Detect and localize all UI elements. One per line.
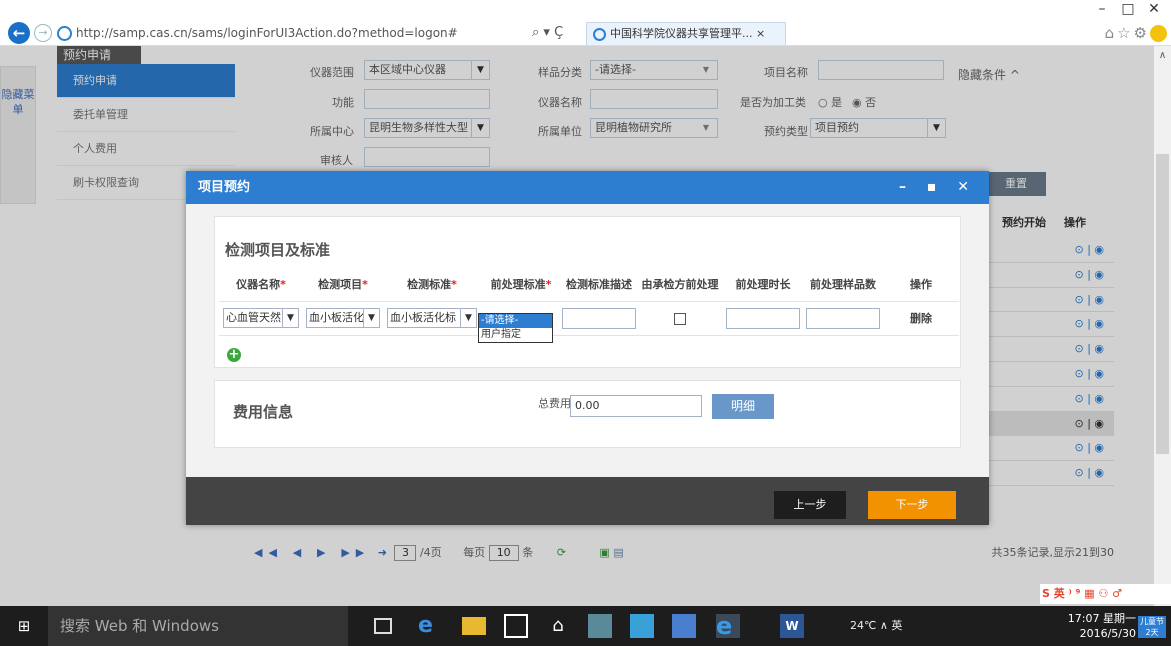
- table-header-row: 仪器名称* 检测项目* 检测标准* 前处理标准* 检测标准描述 由承检方前处理 …: [219, 267, 959, 302]
- total-fee-input[interactable]: 0.00: [570, 395, 702, 417]
- clock-date: 2016/5/30: [1079, 627, 1136, 640]
- section-title-test-items: 检测项目及标准: [225, 241, 331, 259]
- page-scrollbar[interactable]: ∧: [1154, 46, 1171, 606]
- col-pretreat-header: 前处理标准*: [481, 267, 561, 302]
- test-items-panel: 检测项目及标准 仪器名称* 检测项目* 检测标准* 前处理标准* 检测标准描述 …: [214, 216, 961, 368]
- store-icon[interactable]: [504, 614, 528, 638]
- ie-tab-icon: [593, 27, 606, 41]
- app-icon-7[interactable]: [672, 614, 696, 638]
- pretreat-standard-dropdown[interactable]: -请选择- 用户指定: [478, 313, 553, 343]
- url-text[interactable]: http://samp.cas.cn/sams/loginForUI3Actio…: [76, 26, 458, 40]
- total-fee-label: 总费用: [538, 397, 571, 410]
- instrument-select[interactable]: 心血管天然 ▼: [223, 308, 299, 328]
- clock-time: 17:07 星期一: [1067, 612, 1136, 625]
- dropdown-option[interactable]: -请选择-: [479, 314, 552, 328]
- add-row-icon[interactable]: +: [227, 348, 241, 362]
- taskbar: ⊞ 搜索 Web 和 Windows e ⌂ e W 24℃ ∧ 英 17:07…: [0, 606, 1171, 646]
- col-op-header: 操作: [883, 267, 959, 302]
- file-explorer-icon[interactable]: [462, 617, 486, 635]
- task-view-icon[interactable]: [374, 618, 392, 634]
- ie-page-icon: [57, 26, 72, 41]
- delete-link[interactable]: 删除: [883, 301, 959, 336]
- forward-arrow-icon[interactable]: →: [34, 24, 52, 42]
- close-window-icon[interactable]: ✕: [1137, 0, 1171, 20]
- col-pretreat-duration-header: 前处理时长: [723, 267, 803, 302]
- next-step-button[interactable]: 下一步: [868, 491, 956, 519]
- scroll-thumb[interactable]: [1156, 154, 1169, 454]
- scroll-up-icon[interactable]: ∧: [1154, 50, 1171, 61]
- pretreat-samples-input[interactable]: [806, 307, 880, 329]
- dialog-titlebar: 项目预约 – ▪ ✕: [186, 171, 989, 204]
- home-icon[interactable]: ⌂: [1105, 24, 1118, 42]
- table-row: 心血管天然 ▼ 血小板活化 ▼ 血小板活化标 ▼ 删除: [219, 301, 959, 336]
- settings-gear-icon[interactable]: ⚙: [1134, 24, 1150, 42]
- test-standard-select[interactable]: 血小板活化标 ▼: [387, 308, 477, 328]
- dialog-body: 检测项目及标准 仪器名称* 检测项目* 检测标准* 前处理标准* 检测标准描述 …: [186, 204, 989, 477]
- dialog-title: 项目预约: [198, 180, 251, 195]
- ime-toolbar[interactable]: S 英 ⁾ ⁹ ▦ ⚇ ♂: [1040, 584, 1171, 604]
- dialog-footer: 上一步 下一步: [186, 477, 989, 525]
- word-icon[interactable]: W: [780, 614, 804, 638]
- col-instrument-header: 仪器名称*: [219, 267, 303, 302]
- col-pretreat-by-tester-header: 由承检方前处理: [637, 267, 723, 302]
- app-icon-5[interactable]: [588, 614, 612, 638]
- pretreat-duration-input[interactable]: [726, 307, 800, 329]
- pretreat-by-tester-checkbox[interactable]: [674, 312, 686, 325]
- favorites-star-icon[interactable]: ☆: [1117, 24, 1133, 42]
- detail-button[interactable]: 明细: [712, 394, 774, 419]
- system-tray[interactable]: 24℃ ∧ 英: [850, 606, 902, 646]
- test-item-select[interactable]: 血小板活化 ▼: [306, 308, 380, 328]
- col-pretreat-samples-header: 前处理样品数: [803, 267, 883, 302]
- standard-desc-input[interactable]: [562, 307, 636, 329]
- browser-tab[interactable]: 中国科学院仪器共享管理平... ×: [586, 22, 786, 45]
- tab-close-icon[interactable]: ×: [756, 27, 765, 40]
- col-desc-header: 检测标准描述: [561, 267, 637, 302]
- browser-tools: ⌂☆⚙: [1067, 22, 1167, 44]
- prev-step-button[interactable]: 上一步: [774, 491, 846, 519]
- dropdown-option[interactable]: 用户指定: [479, 328, 552, 342]
- notification-badge[interactable]: 儿童节 2天: [1138, 616, 1166, 638]
- edge-icon[interactable]: e: [418, 614, 442, 638]
- project-booking-dialog: 项目预约 – ▪ ✕ 检测项目及标准 仪器名称* 检测项目* 检测标准* 前处理…: [186, 171, 989, 525]
- windows-start-icon[interactable]: ⊞: [0, 606, 48, 646]
- tab-title: 中国科学院仪器共享管理平...: [610, 27, 753, 40]
- home-app-icon[interactable]: ⌂: [546, 614, 570, 638]
- section-title-fee: 费用信息: [233, 403, 294, 421]
- address-bar[interactable]: http://samp.cas.cn/sams/loginForUI3Actio…: [55, 22, 523, 44]
- taskbar-search-input[interactable]: 搜索 Web 和 Windows: [48, 606, 348, 646]
- dialog-window-controls[interactable]: – ▪ ✕: [899, 171, 977, 204]
- ie-taskbar-icon[interactable]: e: [716, 614, 740, 638]
- test-items-table: 仪器名称* 检测项目* 检测标准* 前处理标准* 检测标准描述 由承检方前处理 …: [219, 267, 959, 336]
- back-arrow-icon[interactable]: ←: [8, 22, 30, 44]
- clock[interactable]: 17:07 星期一 2016/5/30: [1066, 611, 1136, 641]
- app-icon-6[interactable]: [630, 614, 654, 638]
- feedback-smiley-icon[interactable]: [1150, 25, 1167, 42]
- chevron-down-icon: ▼: [460, 309, 476, 327]
- browser-chrome: – □ ✕ ← → http://samp.cas.cn/sams/loginF…: [0, 0, 1171, 46]
- col-standard-header: 检测标准*: [383, 267, 481, 302]
- col-item-header: 检测项目*: [303, 267, 383, 302]
- search-refresh-controls[interactable]: ⌕ ▾ Ç: [532, 22, 582, 44]
- chevron-down-icon: ▼: [282, 309, 298, 327]
- chevron-down-icon: ▼: [363, 309, 379, 327]
